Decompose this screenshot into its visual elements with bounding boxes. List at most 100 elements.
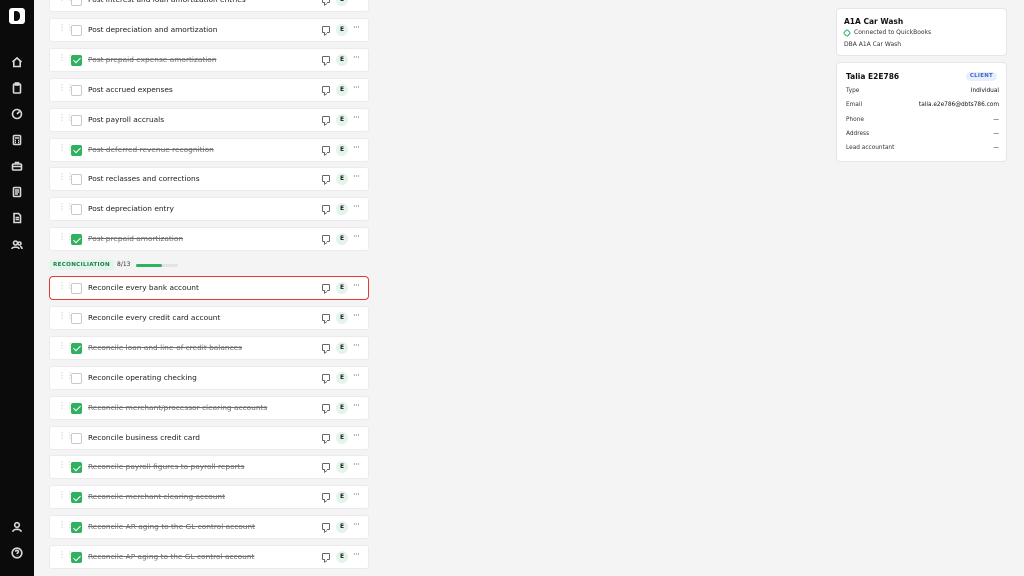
assignee-avatar[interactable]: E <box>336 53 348 66</box>
task-checkbox[interactable] <box>71 312 82 324</box>
comment-icon[interactable] <box>322 553 330 561</box>
task-row[interactable]: ⋮⋮ Post interest and loan amortization en… <box>49 0 369 12</box>
more-options-icon[interactable]: ··· <box>353 401 360 410</box>
assignee-avatar[interactable]: E <box>336 233 348 246</box>
task-label[interactable]: Post deferred revenue recognition <box>88 145 214 154</box>
task-label[interactable]: Reconcile every credit card account <box>88 313 220 322</box>
help-icon[interactable] <box>10 546 24 560</box>
document-icon[interactable] <box>10 211 24 225</box>
comment-icon[interactable] <box>322 0 330 3</box>
home-icon[interactable] <box>10 55 24 69</box>
assignee-avatar[interactable]: E <box>336 23 348 36</box>
comment-icon[interactable] <box>322 463 330 471</box>
task-checkbox[interactable] <box>71 342 82 354</box>
task-row[interactable]: ⋮⋮ Reconcile operating checking E ··· <box>49 365 369 390</box>
comment-icon[interactable] <box>322 403 330 411</box>
more-options-icon[interactable]: ··· <box>353 143 360 152</box>
task-checkbox[interactable] <box>71 234 82 246</box>
task-label[interactable]: Reconcile business credit card <box>88 433 200 442</box>
task-row[interactable]: ⋮⋮ Post payroll accruals E ··· <box>49 107 369 132</box>
briefcase-icon[interactable] <box>10 159 24 173</box>
task-checkbox[interactable] <box>71 24 82 36</box>
task-label[interactable]: Reconcile AP aging to the GL control acc… <box>88 552 254 561</box>
task-row[interactable]: ⋮⋮ Post prepaid amortization E ··· <box>49 227 369 252</box>
more-options-icon[interactable]: ··· <box>353 172 360 181</box>
assignee-avatar[interactable]: E <box>336 551 348 564</box>
task-row[interactable]: ⋮⋮ Post accrued expenses E ··· <box>49 77 369 102</box>
task-row[interactable]: ⋮⋮ Reconcile payroll figures to payroll r… <box>49 455 369 480</box>
task-checkbox[interactable] <box>71 144 82 156</box>
task-row[interactable]: ⋮⋮ Reconcile business credit card E ··· <box>49 425 369 450</box>
calculator-icon[interactable] <box>10 133 24 147</box>
task-label[interactable]: Post payroll accruals <box>88 115 164 124</box>
task-label[interactable]: Reconcile operating checking <box>88 373 197 382</box>
more-options-icon[interactable]: ··· <box>353 460 360 469</box>
task-label[interactable]: Post depreciation and amortization <box>88 25 217 34</box>
task-label[interactable]: Reconcile every bank account <box>88 283 199 292</box>
app-logo[interactable] <box>9 8 25 24</box>
drag-handle-icon[interactable]: ⋮⋮ <box>58 401 74 413</box>
task-checkbox[interactable] <box>71 84 82 96</box>
task-row[interactable]: ⋮⋮ Post prepaid expense amortization E ··· <box>49 47 369 72</box>
drag-handle-icon[interactable]: ⋮⋮ <box>58 431 74 443</box>
more-options-icon[interactable]: ··· <box>353 83 360 92</box>
assignee-avatar[interactable]: E <box>336 0 348 6</box>
task-label[interactable]: Reconcile merchant clearing account <box>88 492 225 501</box>
assignee-avatar[interactable]: E <box>336 341 348 354</box>
drag-handle-icon[interactable]: ⋮⋮ <box>58 371 74 383</box>
task-row[interactable]: ⋮⋮ Post depreciation and amortization E ··· <box>49 17 369 42</box>
comment-icon[interactable] <box>322 55 330 63</box>
assignee-avatar[interactable]: E <box>336 311 348 324</box>
drag-handle-icon[interactable]: ⋮⋮ <box>58 23 74 35</box>
task-label[interactable]: Reconcile AR aging to the GL control acc… <box>88 522 255 531</box>
task-checkbox[interactable] <box>71 492 82 504</box>
more-options-icon[interactable]: ··· <box>353 0 360 2</box>
task-row[interactable]: ⋮⋮ Post depreciation entry E ··· <box>49 197 369 222</box>
assignee-avatar[interactable]: E <box>336 282 348 294</box>
drag-handle-icon[interactable]: ⋮⋮ <box>58 491 74 502</box>
task-checkbox[interactable] <box>71 0 82 6</box>
profile-icon[interactable] <box>10 520 24 534</box>
drag-handle-icon[interactable]: ⋮⋮ <box>58 521 74 532</box>
assignee-avatar[interactable]: E <box>336 173 348 186</box>
comment-icon[interactable] <box>322 25 330 33</box>
more-options-icon[interactable]: ··· <box>353 202 360 211</box>
task-checkbox[interactable] <box>71 522 82 534</box>
comment-icon[interactable] <box>322 373 330 381</box>
more-options-icon[interactable]: ··· <box>353 281 360 290</box>
task-label[interactable]: Post interest and loan amortization entr… <box>88 0 246 4</box>
more-options-icon[interactable]: ··· <box>353 53 360 62</box>
drag-handle-icon[interactable]: ⋮⋮ <box>58 233 74 244</box>
drag-handle-icon[interactable]: ⋮⋮ <box>58 203 74 214</box>
comment-icon[interactable] <box>322 85 330 93</box>
assignee-avatar[interactable]: E <box>336 371 348 384</box>
assignee-avatar[interactable]: E <box>336 113 348 126</box>
assignee-avatar[interactable]: E <box>336 431 348 444</box>
assignee-avatar[interactable]: E <box>336 491 348 504</box>
comment-icon[interactable] <box>322 115 330 123</box>
more-options-icon[interactable]: ··· <box>353 431 360 440</box>
drag-handle-icon[interactable]: ⋮⋮ <box>58 83 74 95</box>
task-label[interactable]: Reconcile loan and line-of-credit balanc… <box>88 343 242 352</box>
task-label[interactable]: Post reclasses and corrections <box>88 174 200 183</box>
comment-icon[interactable] <box>322 493 330 501</box>
more-options-icon[interactable]: ··· <box>353 371 360 380</box>
comment-icon[interactable] <box>322 343 330 351</box>
assignee-avatar[interactable]: E <box>336 83 348 96</box>
more-options-icon[interactable]: ··· <box>353 232 360 241</box>
drag-handle-icon[interactable]: ⋮⋮ <box>58 461 74 472</box>
drag-handle-icon[interactable]: ⋮⋮ <box>58 113 74 125</box>
more-options-icon[interactable]: ··· <box>353 550 360 559</box>
drag-handle-icon[interactable]: ⋮⋮ <box>58 0 74 5</box>
task-label[interactable]: Post prepaid expense amortization <box>88 55 217 64</box>
assignee-avatar[interactable]: E <box>336 461 348 474</box>
users-icon[interactable] <box>10 238 24 252</box>
task-checkbox[interactable] <box>71 462 82 474</box>
task-checkbox[interactable] <box>71 204 82 216</box>
more-options-icon[interactable]: ··· <box>353 341 360 350</box>
comment-icon[interactable] <box>322 433 330 441</box>
drag-handle-icon[interactable]: ⋮⋮ <box>58 341 74 353</box>
task-row[interactable]: ⋮⋮ Reconcile merchant/processor clearing … <box>49 395 369 420</box>
task-row[interactable]: ⋮⋮ Reconcile merchant clearing account E ··… <box>49 485 369 510</box>
task-checkbox[interactable] <box>71 402 82 414</box>
